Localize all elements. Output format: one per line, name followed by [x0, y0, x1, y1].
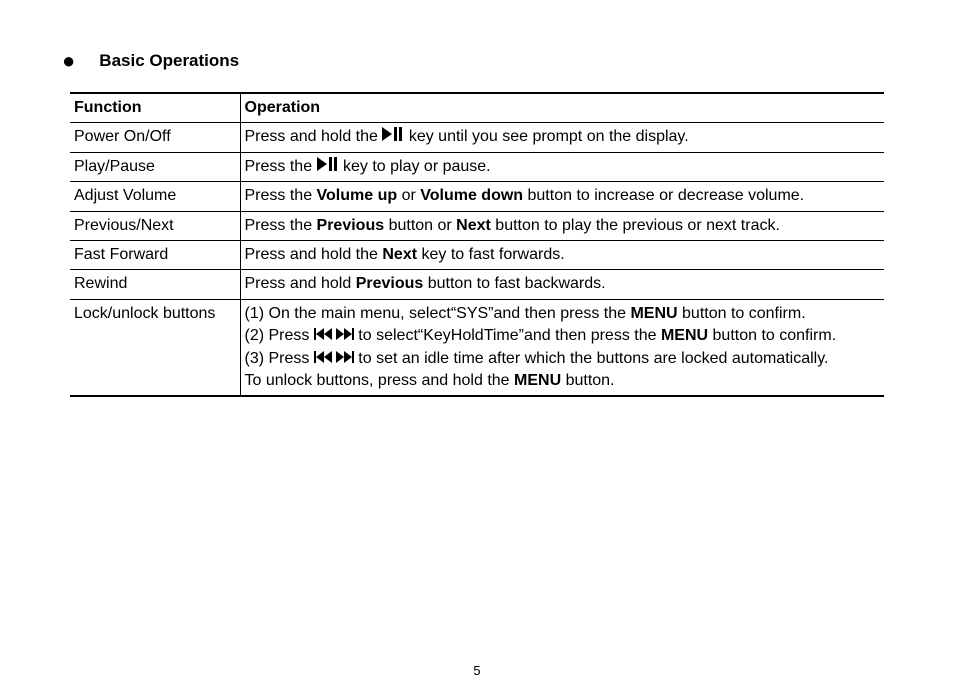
- text: Press the: [245, 187, 317, 204]
- func-cell: Play/Pause: [70, 152, 240, 181]
- bold-text: Next: [456, 217, 491, 234]
- text: button.: [561, 372, 614, 389]
- heading-text: Basic Operations: [99, 51, 239, 71]
- func-cell: Power On/Off: [70, 123, 240, 152]
- table-row: Rewind Press and hold Previous button to…: [70, 270, 884, 299]
- bullet-icon: ●: [62, 50, 75, 72]
- lock-step-1: (1) On the main menu, select“SYS”and the…: [245, 303, 879, 325]
- text: Press and hold the: [245, 246, 383, 263]
- text: button to confirm.: [678, 305, 806, 322]
- play-pause-icon: [317, 156, 339, 178]
- lock-step-4: To unlock buttons, press and hold the ME…: [245, 370, 879, 392]
- page: ● Basic Operations Function Operation Po…: [0, 0, 954, 700]
- bold-text: Next: [382, 246, 417, 263]
- text: (1) On the main menu, select“SYS”and the…: [245, 305, 631, 322]
- table-row: Adjust Volume Press the Volume up or Vol…: [70, 182, 884, 211]
- func-cell: Previous/Next: [70, 211, 240, 240]
- op-cell: Press the key to play or pause.: [240, 152, 884, 181]
- text: (2) Press: [245, 327, 314, 344]
- prev-next-icon: [314, 325, 354, 347]
- play-pause-icon: [382, 126, 404, 148]
- text: to set an idle time after which the butt…: [358, 350, 828, 367]
- text: button or: [384, 217, 456, 234]
- col-operation: Operation: [240, 93, 884, 123]
- text: (3) Press: [245, 350, 314, 367]
- table-row: Fast Forward Press and hold the Next key…: [70, 240, 884, 269]
- bold-text: MENU: [514, 372, 561, 389]
- bold-text: Volume up: [317, 187, 398, 204]
- op-cell: Press and hold the Next key to fast forw…: [240, 240, 884, 269]
- op-cell: Press and hold the key until you see pro…: [240, 123, 884, 152]
- func-cell: Fast Forward: [70, 240, 240, 269]
- op-cell: Press the Previous button or Next button…: [240, 211, 884, 240]
- text: to select“KeyHoldTime”and then press the: [358, 327, 661, 344]
- text: Press the: [245, 217, 317, 234]
- bold-text: Volume down: [420, 187, 523, 204]
- lock-step-2: (2) Press to select“KeyHoldTime”and then…: [245, 325, 879, 347]
- text: button to increase or decrease volume.: [523, 187, 804, 204]
- text: key until you see prompt on the display.: [409, 128, 689, 145]
- bold-text: Previous: [356, 275, 424, 292]
- text: button to play the previous or next trac…: [491, 217, 780, 234]
- text: button to confirm.: [708, 327, 836, 344]
- lock-step-3: (3) Press to set an idle time after whic…: [245, 348, 879, 370]
- op-cell: Press the Volume up or Volume down butto…: [240, 182, 884, 211]
- table-row: Play/Pause Press the key to play or paus…: [70, 152, 884, 181]
- bold-text: MENU: [630, 305, 677, 322]
- text: Press and hold the: [245, 128, 383, 145]
- op-cell: (1) On the main menu, select“SYS”and the…: [240, 299, 884, 396]
- table-row: Previous/Next Press the Previous button …: [70, 211, 884, 240]
- section-heading: ● Basic Operations: [62, 50, 884, 72]
- func-cell: Adjust Volume: [70, 182, 240, 211]
- op-cell: Press and hold Previous button to fast b…: [240, 270, 884, 299]
- table-header-row: Function Operation: [70, 93, 884, 123]
- table-row: Lock/unlock buttons (1) On the main menu…: [70, 299, 884, 396]
- page-number: 5: [0, 663, 954, 678]
- text: or: [397, 187, 420, 204]
- prev-next-icon: [314, 348, 354, 370]
- table-row: Power On/Off Press and hold the key unti…: [70, 123, 884, 152]
- text: Press and hold: [245, 275, 356, 292]
- text: button to fast backwards.: [423, 275, 605, 292]
- text: key to play or pause.: [343, 158, 491, 175]
- func-cell: Lock/unlock buttons: [70, 299, 240, 396]
- operations-table: Function Operation Power On/Off Press an…: [70, 92, 884, 397]
- text: key to fast forwards.: [417, 246, 565, 263]
- text: To unlock buttons, press and hold the: [245, 372, 515, 389]
- col-function: Function: [70, 93, 240, 123]
- text: Press the: [245, 158, 317, 175]
- func-cell: Rewind: [70, 270, 240, 299]
- bold-text: Previous: [317, 217, 385, 234]
- bold-text: MENU: [661, 327, 708, 344]
